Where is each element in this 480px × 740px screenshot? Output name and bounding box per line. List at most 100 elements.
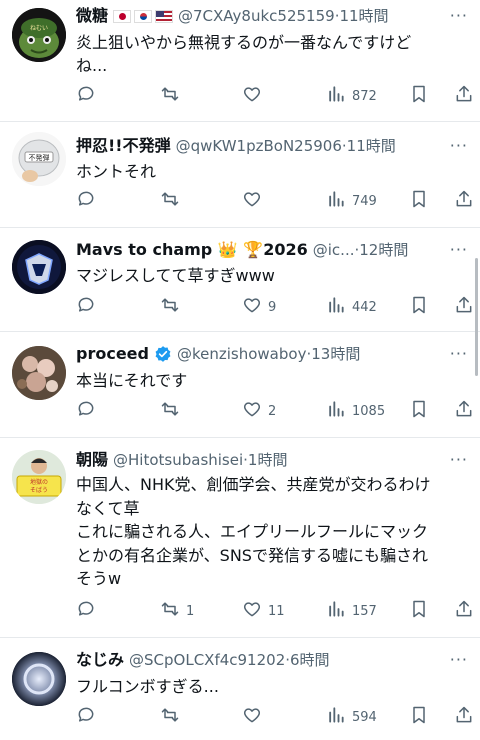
retweet-button[interactable] xyxy=(160,399,186,423)
tweet[interactable]: 不発弾 押忍!!不発弾 @qwKW1pzBoN25906·11時間 ··· ホン… xyxy=(0,122,480,228)
views-button[interactable]: 1085 xyxy=(326,399,385,423)
like-button[interactable] xyxy=(242,705,268,729)
avatar[interactable]: 不発弾 xyxy=(12,132,66,186)
tweet-meta: @Hitotsubashisei·1時間 xyxy=(113,450,287,470)
handle[interactable]: @qwKW1pzBoN25906 xyxy=(176,137,342,155)
share-icon xyxy=(454,399,474,423)
like-icon xyxy=(242,399,262,423)
bookmark-button[interactable] xyxy=(409,295,429,319)
tweet[interactable]: proceed @kenzishowaboy·13時間 ··· 本当にそれです … xyxy=(0,332,480,438)
views-icon xyxy=(326,84,346,108)
tweet-text-content: ホントそれ xyxy=(76,162,157,181)
share-button[interactable] xyxy=(454,84,474,108)
timestamp[interactable]: 11時間 xyxy=(347,137,396,155)
like-button[interactable]: 9 xyxy=(242,295,276,319)
views-icon xyxy=(326,399,346,423)
share-button[interactable] xyxy=(454,189,474,213)
reply-button[interactable] xyxy=(76,705,102,729)
like-button[interactable] xyxy=(242,84,268,108)
tweet-text-content: マジレスしてて草すぎwww xyxy=(76,266,275,285)
more-icon[interactable]: ··· xyxy=(450,344,468,363)
more-icon[interactable]: ··· xyxy=(450,6,468,25)
retweet-button[interactable] xyxy=(160,189,186,213)
bookmark-button[interactable] xyxy=(409,599,429,623)
timestamp[interactable]: 12時間 xyxy=(359,241,408,259)
action-bar: 872 xyxy=(76,84,472,108)
tweet-text-content: 中国人、NHK党、創価学会、共産党が交わるわけ なくて草 これに騙される人、エイ… xyxy=(76,475,431,588)
action-bar: 9 442 xyxy=(76,295,472,319)
retweet-button[interactable]: 1 xyxy=(160,599,194,623)
more-icon[interactable]: ··· xyxy=(450,136,468,155)
more-icon[interactable]: ··· xyxy=(450,450,468,469)
avatar[interactable] xyxy=(12,240,66,294)
reply-icon xyxy=(76,84,96,108)
flag-emojis xyxy=(113,9,174,23)
share-button[interactable] xyxy=(454,399,474,423)
avatar[interactable]: 地獄のそばう xyxy=(12,450,66,504)
views-icon xyxy=(326,705,346,729)
timestamp[interactable]: 13時間 xyxy=(311,345,360,363)
share-icon xyxy=(454,599,474,623)
tweet[interactable]: Mavs to champ 👑 🏆2026 @ic...·12時間 ··· マジ… xyxy=(0,228,480,332)
bookmark-icon xyxy=(409,84,429,108)
reply-button[interactable] xyxy=(76,399,102,423)
display-name[interactable]: Mavs to champ 👑 🏆2026 xyxy=(76,240,308,260)
views-button[interactable]: 872 xyxy=(326,84,377,108)
tweet[interactable]: ねむい 微糖 @7CXAy8ukc525159·11時間 ··· 炎上狙いやから… xyxy=(0,0,480,122)
tweet-header: 押忍!!不発弾 @qwKW1pzBoN25906·11時間 xyxy=(76,136,442,156)
bookmark-button[interactable] xyxy=(409,705,429,729)
like-button[interactable] xyxy=(242,189,268,213)
avatar[interactable] xyxy=(12,652,66,706)
like-icon xyxy=(242,599,262,623)
views-button[interactable]: 749 xyxy=(326,189,377,213)
views-button[interactable]: 594 xyxy=(326,705,377,729)
share-button[interactable] xyxy=(454,295,474,319)
action-bar: 2 1085 xyxy=(76,399,472,423)
reply-button[interactable] xyxy=(76,599,102,623)
timestamp[interactable]: 6時間 xyxy=(290,651,330,669)
reply-button[interactable] xyxy=(76,189,102,213)
avatar-blossom-image xyxy=(12,346,66,400)
timestamp[interactable]: 1時間 xyxy=(248,451,288,469)
display-name[interactable]: なじみ xyxy=(76,650,124,670)
bookmark-button[interactable] xyxy=(409,189,429,213)
handle[interactable]: @Hitotsubashisei xyxy=(113,451,243,469)
tweet-text: 炎上狙いやから無視するのが一番なんですけど ね... xyxy=(76,31,456,77)
tweet[interactable]: 地獄のそばう 朝陽 @Hitotsubashisei·1時間 ··· 中国人、N… xyxy=(0,438,480,638)
retweet-button[interactable] xyxy=(160,705,186,729)
japan-flag-icon xyxy=(113,9,132,23)
bookmark-button[interactable] xyxy=(409,84,429,108)
display-name[interactable]: 微糖 xyxy=(76,6,108,26)
reply-button[interactable] xyxy=(76,84,102,108)
share-button[interactable] xyxy=(454,705,474,729)
share-button[interactable] xyxy=(454,599,474,623)
scrollbar[interactable] xyxy=(475,258,478,376)
bookmark-icon xyxy=(409,705,429,729)
handle[interactable]: @7CXAy8ukc525159 xyxy=(178,7,335,25)
more-icon[interactable]: ··· xyxy=(450,650,468,669)
handle[interactable]: @kenzishowaboy xyxy=(177,345,306,363)
like-button[interactable]: 11 xyxy=(242,599,285,623)
handle[interactable]: @SCpOLCXf4c91202 xyxy=(129,651,285,669)
views-count: 594 xyxy=(352,709,377,725)
retweet-button[interactable] xyxy=(160,84,186,108)
views-count: 749 xyxy=(352,193,377,209)
views-button[interactable]: 157 xyxy=(326,599,377,623)
avatar[interactable] xyxy=(12,346,66,400)
views-button[interactable]: 442 xyxy=(326,295,377,319)
avatar[interactable]: ねむい xyxy=(12,8,66,62)
display-name[interactable]: 朝陽 xyxy=(76,450,108,470)
views-icon xyxy=(326,599,346,623)
more-icon[interactable]: ··· xyxy=(450,240,468,259)
like-button[interactable]: 2 xyxy=(242,399,276,423)
display-name[interactable]: 押忍!!不発弾 xyxy=(76,136,171,156)
display-name[interactable]: proceed xyxy=(76,344,149,364)
tweet-text-content: フルコンボすぎる... xyxy=(76,677,219,696)
reply-button[interactable] xyxy=(76,295,102,319)
retweet-button[interactable] xyxy=(160,295,186,319)
handle[interactable]: @ic... xyxy=(313,241,355,259)
tweet[interactable]: なじみ @SCpOLCXf4c91202·6時間 ··· フルコンボすぎる...… xyxy=(0,638,480,740)
korea-flag-icon xyxy=(134,9,153,23)
bookmark-button[interactable] xyxy=(409,399,429,423)
timestamp[interactable]: 11時間 xyxy=(339,7,388,25)
